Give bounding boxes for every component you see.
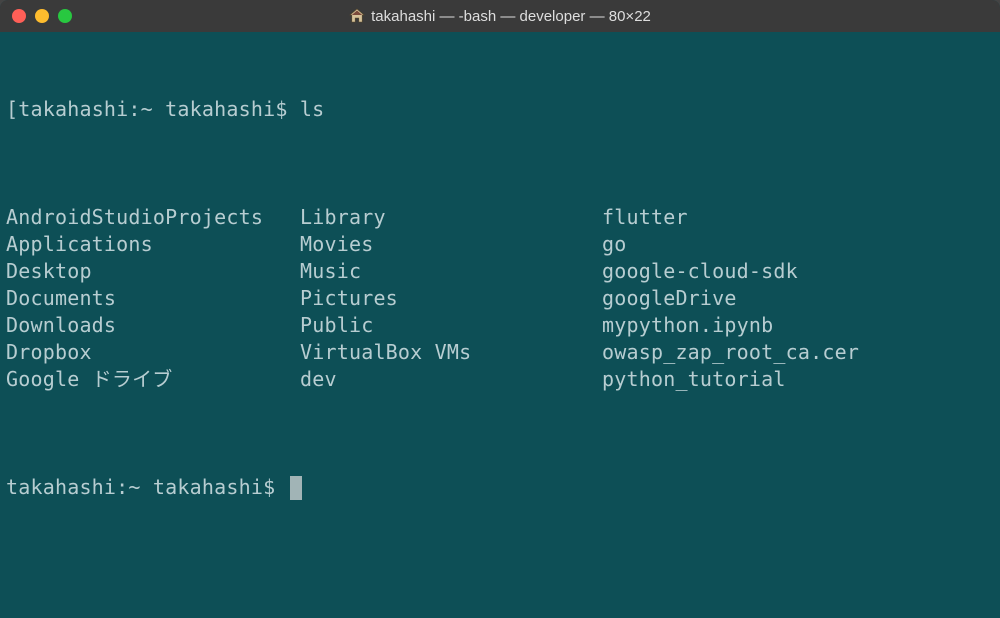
list-item: Desktop	[6, 258, 300, 285]
list-item: Pictures	[300, 285, 602, 312]
prompt-path: ~	[128, 474, 140, 501]
ls-column-3: flutter go google-cloud-sdk googleDrive …	[602, 204, 994, 393]
terminal-body[interactable]: [takahashi:~ takahashi$ ls AndroidStudio…	[0, 32, 1000, 618]
list-item: Public	[300, 312, 602, 339]
window-controls	[12, 9, 72, 23]
ls-column-2: Library Movies Music Pictures Public Vir…	[300, 204, 602, 393]
list-item: python_tutorial	[602, 366, 994, 393]
prompt-host: takahashi	[18, 96, 128, 123]
list-item: Documents	[6, 285, 300, 312]
minimize-button[interactable]	[35, 9, 49, 23]
list-item: Library	[300, 204, 602, 231]
close-button[interactable]	[12, 9, 26, 23]
list-item: googleDrive	[602, 285, 994, 312]
list-item: flutter	[602, 204, 994, 231]
prompt-dollar: $	[263, 474, 275, 501]
list-item: mypython.ipynb	[602, 312, 994, 339]
list-item: google-cloud-sdk	[602, 258, 994, 285]
list-item: Applications	[6, 231, 300, 258]
list-item: VirtualBox VMs	[300, 339, 602, 366]
terminal-window: takahashi — -bash — developer — 80×22 [t…	[0, 0, 1000, 618]
cursor[interactable]	[290, 476, 302, 500]
list-item: AndroidStudioProjects	[6, 204, 300, 231]
list-item: Google ドライブ	[6, 366, 300, 393]
prompt-dollar: $	[275, 96, 287, 123]
prompt-host: takahashi	[6, 474, 116, 501]
list-item: dev	[300, 366, 602, 393]
prompt-line-2: takahashi:~ takahashi$	[6, 474, 994, 501]
command: ls	[300, 96, 324, 123]
ls-output: AndroidStudioProjects Applications Deskt…	[6, 204, 994, 393]
prompt-user: takahashi	[165, 96, 275, 123]
titlebar[interactable]: takahashi — -bash — developer — 80×22	[0, 0, 1000, 32]
list-item: Dropbox	[6, 339, 300, 366]
title: takahashi — -bash — developer — 80×22	[0, 8, 1000, 25]
list-item: Music	[300, 258, 602, 285]
zoom-button[interactable]	[58, 9, 72, 23]
prompt-user: takahashi	[153, 474, 263, 501]
list-item: Movies	[300, 231, 602, 258]
prompt-line-1: [takahashi:~ takahashi$ ls	[6, 96, 994, 123]
list-item: Downloads	[6, 312, 300, 339]
window-title: takahashi — -bash — developer — 80×22	[371, 8, 651, 25]
list-item: go	[602, 231, 994, 258]
home-icon	[349, 8, 365, 24]
list-item: owasp_zap_root_ca.cer	[602, 339, 994, 366]
ls-column-1: AndroidStudioProjects Applications Deskt…	[6, 204, 300, 393]
prompt-path: ~	[141, 96, 153, 123]
